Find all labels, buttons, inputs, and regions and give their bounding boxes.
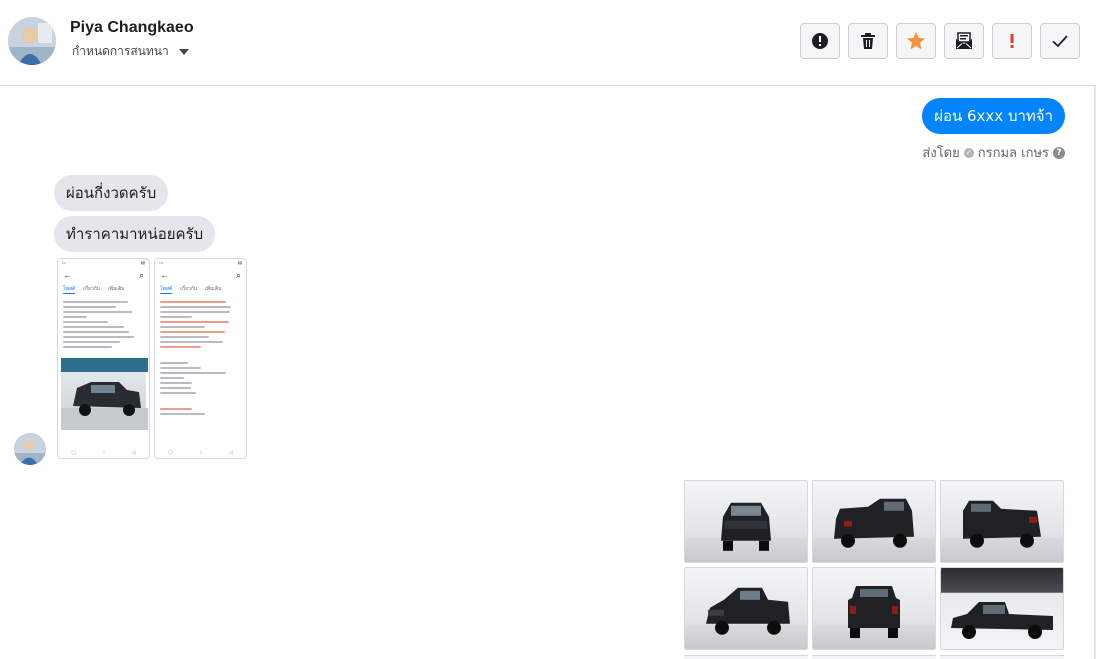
truck-image-icon xyxy=(721,502,771,551)
mark-important-button[interactable] xyxy=(992,23,1032,59)
action-toolbar xyxy=(800,23,1080,59)
screenshot-attachment-1[interactable]: ••• ▮▮ ← ⌕ โพสต์ เกี่ยวกับ เพิ่มเติม ▢ ○… xyxy=(57,258,150,459)
tab-posts: โพสต์ xyxy=(160,285,173,294)
tab-about: เกี่ยวกับ xyxy=(180,286,197,292)
photo-truck-front-left[interactable] xyxy=(684,567,808,650)
avatar-photo-icon xyxy=(8,17,56,65)
photo-truck-front[interactable] xyxy=(684,480,808,563)
photo-truck-rear-left[interactable] xyxy=(812,480,936,563)
incoming-message[interactable]: ผ่อนกี่งวดครับ xyxy=(54,175,169,211)
avatar-photo-icon xyxy=(14,433,46,465)
star-button[interactable] xyxy=(896,23,936,59)
photo-grid xyxy=(684,480,1064,650)
truck-image-icon xyxy=(963,500,1041,548)
sent-by-info: ส่งโดย ✓ กรกมล เกษร ? xyxy=(922,142,1065,163)
sent-by-label: ส่งโดย xyxy=(922,146,960,161)
star-icon xyxy=(907,32,925,50)
envelope-icon xyxy=(956,32,972,49)
tab-posts: โพสต์ xyxy=(63,285,76,294)
screenshot-attachment-2[interactable]: ••• ▮▮ ← ⌕ โพสต์ เกี่ยวกับ เพิ่มเติม ▢ ○… xyxy=(154,258,247,459)
truck-image-icon xyxy=(61,358,148,430)
check-icon xyxy=(1052,35,1068,48)
truck-thumbnail xyxy=(61,358,148,430)
sent-by-name: กรกมล เกษร xyxy=(977,146,1049,161)
back-arrow-icon: ← xyxy=(63,270,72,280)
mark-unread-button[interactable] xyxy=(944,23,984,59)
trash-icon xyxy=(861,33,875,49)
photo-truck-rear[interactable] xyxy=(812,567,936,650)
phone-tabs: โพสต์ เกี่ยวกับ เพิ่มเติม xyxy=(58,283,149,295)
back-arrow-icon: ← xyxy=(160,270,169,280)
truck-image-icon xyxy=(848,585,900,638)
status-bar: ••• ▮▮ xyxy=(62,260,145,265)
phone-nav: ← ⌕ xyxy=(58,267,149,283)
contact-avatar-small[interactable] xyxy=(14,433,46,465)
assign-conversation-dropdown[interactable]: กำหนดการสนทนา xyxy=(72,42,189,61)
post-text-lines xyxy=(155,295,246,421)
photo-truck-rear-right[interactable] xyxy=(940,480,1064,563)
help-icon[interactable]: ? xyxy=(1053,146,1065,159)
phone-home-bar: ▢ ○ ◁ xyxy=(168,450,233,456)
tab-more: เพิ่มเติม xyxy=(204,286,222,292)
photo-grid-overflow xyxy=(684,655,1064,659)
outgoing-message[interactable]: ผ่อน 6xxx บาทจ้า xyxy=(922,98,1065,134)
contact-avatar[interactable] xyxy=(8,17,56,65)
conversation-view: Piya Changkaeo กำหนดการสนทนา ผ่อน 6xxx บ… xyxy=(0,0,1096,659)
truck-image-icon xyxy=(951,601,1053,639)
truck-image-icon xyxy=(834,498,914,548)
assign-label: กำหนดการสนทนา xyxy=(72,44,169,58)
photo-truck-side[interactable] xyxy=(940,567,1064,650)
exclamation-icon xyxy=(1010,34,1014,48)
search-icon: ⌕ xyxy=(235,269,241,280)
report-spam-button[interactable] xyxy=(800,23,840,59)
conversation-header: Piya Changkaeo กำหนดการสนทนา xyxy=(0,0,1096,86)
tab-more: เพิ่มเติม xyxy=(107,286,125,292)
search-icon: ⌕ xyxy=(138,269,144,280)
check-circle-icon: ✓ xyxy=(963,147,974,158)
mark-done-button[interactable] xyxy=(1040,23,1080,59)
contact-name[interactable]: Piya Changkaeo xyxy=(70,19,194,37)
phone-home-bar: ▢ ○ ◁ xyxy=(71,450,136,456)
phone-tabs: โพสต์ เกี่ยวกับ เพิ่มเติม xyxy=(155,283,246,295)
delete-button[interactable] xyxy=(848,23,888,59)
tab-about: เกี่ยวกับ xyxy=(83,286,100,292)
phone-nav: ← ⌕ xyxy=(155,267,246,283)
chevron-down-icon xyxy=(178,48,189,55)
status-bar: ••• ▮▮ xyxy=(159,260,242,265)
alert-circle-icon xyxy=(812,33,828,49)
post-text-lines xyxy=(58,295,149,354)
truck-image-icon xyxy=(706,587,790,635)
incoming-message[interactable]: ทำราคามาหน่อยครับ xyxy=(54,216,216,252)
